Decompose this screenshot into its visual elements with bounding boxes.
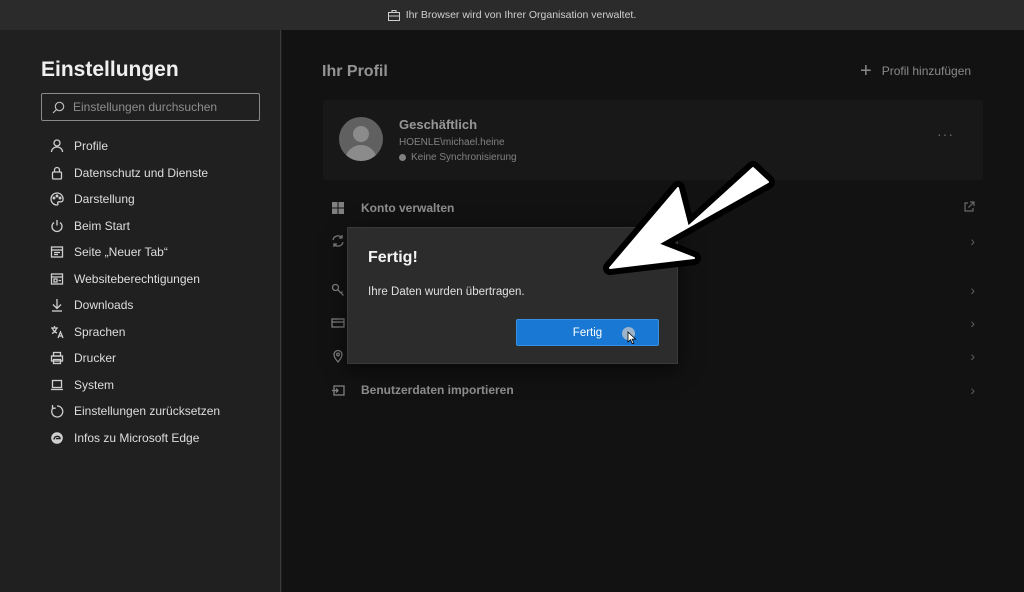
power-icon xyxy=(49,218,65,234)
dialog-message: Ihre Daten wurden übertragen. xyxy=(368,286,525,298)
sidebar-item-new-tab[interactable]: Seite „Neuer Tab“ xyxy=(49,239,220,266)
done-button[interactable]: Fertig xyxy=(516,319,659,346)
sidebar-item-privacy[interactable]: Datenschutz und Dienste xyxy=(49,160,220,187)
sidebar-item-label: Websiteberechtigungen xyxy=(74,271,200,286)
settings-nav: Profile Datenschutz und Dienste Darstell… xyxy=(49,133,220,451)
sidebar-item-profile[interactable]: Profile xyxy=(49,133,220,160)
reset-icon xyxy=(49,403,65,419)
sidebar-item-label: Seite „Neuer Tab“ xyxy=(74,245,168,260)
briefcase-icon xyxy=(387,9,400,21)
sidebar-item-label: Darstellung xyxy=(74,192,135,207)
sidebar-item-label: System xyxy=(74,377,115,392)
site-permissions-icon xyxy=(49,271,65,287)
mouse-cursor-icon xyxy=(627,331,637,345)
sidebar-item-startup[interactable]: Beim Start xyxy=(49,213,220,240)
sidebar-item-system[interactable]: System xyxy=(49,372,220,399)
sidebar-item-languages[interactable]: Sprachen xyxy=(49,319,220,346)
sidebar-item-label: Downloads xyxy=(74,298,134,313)
sidebar-item-label: Einstellungen zurücksetzen xyxy=(74,404,221,419)
sidebar-item-site-permissions[interactable]: Websiteberechtigungen xyxy=(49,266,220,293)
download-icon xyxy=(49,297,65,313)
palette-icon xyxy=(49,191,65,207)
settings-search[interactable] xyxy=(41,93,260,121)
lock-icon xyxy=(49,165,65,181)
sidebar-item-label: Drucker xyxy=(74,351,117,366)
managed-browser-banner: Ihr Browser wird von Ihrer Organisation … xyxy=(0,0,1024,30)
sidebar-item-downloads[interactable]: Downloads xyxy=(49,292,220,319)
laptop-icon xyxy=(49,377,65,393)
sidebar-title: Einstellungen xyxy=(41,58,179,81)
sidebar-item-reset[interactable]: Einstellungen zurücksetzen xyxy=(49,398,220,425)
edge-icon xyxy=(49,430,65,446)
printer-icon xyxy=(49,350,65,366)
search-icon xyxy=(52,101,65,113)
languages-icon xyxy=(49,324,65,340)
person-icon xyxy=(49,138,65,154)
sidebar-item-label: Beim Start xyxy=(74,218,131,233)
dialog-title: Fertig! xyxy=(368,249,418,266)
sidebar-item-about-edge[interactable]: Infos zu Microsoft Edge xyxy=(49,425,220,452)
banner-text: Ihr Browser wird von Ihrer Organisation … xyxy=(405,9,637,21)
sidebar-item-appearance[interactable]: Darstellung xyxy=(49,186,220,213)
sidebar-item-label: Sprachen xyxy=(74,324,126,339)
new-tab-icon xyxy=(49,244,65,260)
annotation-arrow-icon xyxy=(603,161,775,275)
search-input[interactable] xyxy=(73,100,253,114)
sidebar-item-label: Infos zu Microsoft Edge xyxy=(74,430,200,445)
settings-sidebar: Einstellungen Profile Datenschutz und Di… xyxy=(0,30,281,592)
sidebar-item-label: Profile xyxy=(74,139,109,154)
sidebar-item-label: Datenschutz und Dienste xyxy=(74,165,209,180)
sidebar-item-printers[interactable]: Drucker xyxy=(49,345,220,372)
